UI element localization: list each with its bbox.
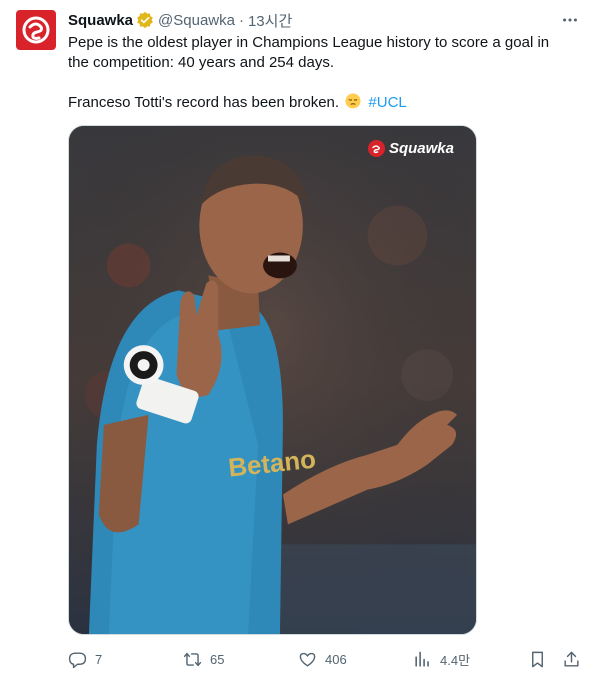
more-button[interactable] — [560, 10, 580, 30]
reply-count: 7 — [95, 651, 103, 667]
media-watermark: Squawka — [367, 140, 454, 157]
bookmark-button[interactable] — [528, 648, 555, 670]
retweet-button[interactable]: 65 — [183, 648, 224, 670]
views-count: 4.4만 — [440, 652, 471, 668]
player-photo: Betano — [69, 126, 476, 634]
separator-dot: · — [238, 11, 244, 29]
author-name[interactable]: Squawka — [68, 12, 133, 29]
pensive-face-emoji-icon — [345, 93, 361, 109]
views-button[interactable]: 4.4만 — [413, 648, 470, 670]
timestamp[interactable]: 13시간 — [248, 10, 292, 31]
watermark-text: Squawka — [388, 140, 454, 157]
more-icon — [563, 18, 577, 22]
bookmark-icon — [532, 651, 543, 667]
share-button[interactable] — [562, 648, 589, 670]
retweet-icon — [183, 652, 202, 666]
watermark-logo-icon — [367, 140, 385, 157]
reply-button[interactable]: 7 — [68, 648, 102, 670]
tweet-header: Squawka @Squawka · 13시간 — [68, 10, 292, 30]
views-icon — [415, 651, 429, 667]
reply-icon — [68, 651, 87, 668]
action-bar: 7 65 406 4.4만 — [68, 648, 588, 670]
avatar[interactable] — [16, 10, 56, 50]
verified-badge-icon — [137, 11, 153, 29]
tweet-text-line2-body: Franceso Totti's record has been broken. — [68, 94, 340, 111]
author-handle[interactable]: @Squawka — [158, 12, 235, 29]
like-count: 406 — [325, 651, 347, 667]
tweet-text-line2: Franceso Totti's record has been broken.… — [68, 93, 568, 113]
retweet-count: 65 — [210, 651, 225, 667]
tweet-text: Pepe is the oldest player in Champions L… — [68, 33, 568, 113]
tweet-photo[interactable]: Betano Squawka — [68, 125, 477, 635]
like-icon — [299, 652, 316, 667]
tweet[interactable]: Squawka @Squawka · 13시간 Pepe is the olde… — [0, 0, 598, 680]
hashtag-link[interactable]: #UCL — [368, 94, 406, 111]
share-icon — [564, 651, 579, 667]
tweet-text-line1: Pepe is the oldest player in Champions L… — [68, 34, 550, 71]
squawka-logo-icon — [22, 16, 50, 44]
like-button[interactable]: 406 — [298, 648, 347, 670]
